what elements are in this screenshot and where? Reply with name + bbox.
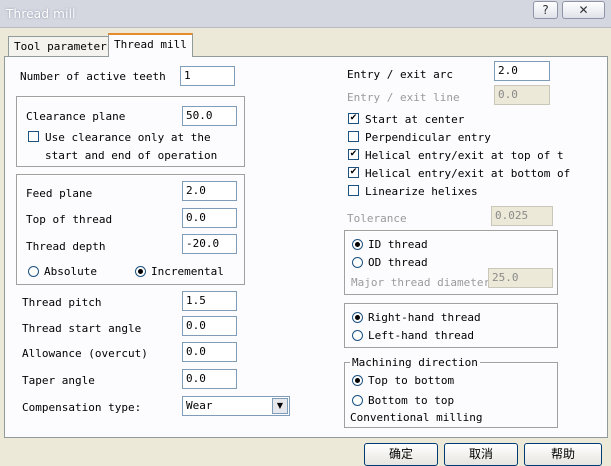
top-to-bottom-radio[interactable] [352,375,363,386]
incremental-radio[interactable] [135,266,146,277]
chevron-down-icon[interactable]: ▼ [272,398,288,414]
bottom-to-top-label: Bottom to top [368,394,455,407]
milling-status: Conventional milling [350,411,483,424]
entry-exit-arc-label: Entry / exit arc [347,68,453,81]
compensation-select[interactable]: Wear ▼ [182,396,290,416]
incremental-label: Incremental [151,265,224,278]
compensation-label: Compensation type: [22,401,142,414]
active-teeth-input[interactable]: 1 [180,66,235,86]
major-diameter-label: Major thread diameter [351,276,491,289]
id-thread-label: ID thread [368,238,428,251]
entry-exit-arc-input[interactable]: 2.0 [494,61,550,81]
right-hand-label: Right-hand thread [368,311,481,324]
feed-plane-label: Feed plane [26,187,93,200]
clearance-only-checkbox[interactable] [28,131,39,142]
helical-top-label: Helical entry/exit at top of t [365,149,564,162]
clearance-plane-input[interactable]: 50.0 [182,106,237,126]
left-hand-radio[interactable] [352,330,363,341]
clearance-plane-label: Clearance plane [26,110,126,123]
top-of-thread-label: Top of thread [26,213,113,226]
compensation-value: Wear [186,399,213,412]
absolute-label: Absolute [44,265,97,278]
tolerance-input: 0.025 [491,206,553,226]
taper-angle-input[interactable]: 0.0 [182,369,237,389]
id-thread-radio[interactable] [352,239,363,250]
helical-bottom-label: Helical entry/exit at bottom of [365,167,571,180]
thread-start-angle-input[interactable]: 0.0 [182,316,237,336]
perpendicular-entry-checkbox[interactable] [348,131,359,142]
active-teeth-label: Number of active teeth [20,70,166,83]
entry-exit-line-label: Entry / exit line [347,91,460,104]
help-button[interactable]: 帮助 [524,443,602,466]
thread-depth-label: Thread depth [26,240,106,253]
od-thread-label: OD thread [368,256,428,269]
od-thread-radio[interactable] [352,257,363,268]
major-diameter-input: 25.0 [488,268,553,288]
help-title-button[interactable]: ? [533,1,558,19]
cancel-button[interactable]: 取消 [444,443,518,466]
top-of-thread-input[interactable]: 0.0 [182,208,237,228]
ok-button[interactable]: 确定 [364,443,438,466]
thread-pitch-input[interactable]: 1.5 [182,291,237,311]
helical-bottom-checkbox[interactable]: ✔ [348,167,359,178]
clearance-only-label-2: start and end of operation [45,149,218,162]
help-icon: ? [542,3,549,17]
tab-tool-parameters[interactable]: Tool parameters [8,36,120,56]
thread-depth-input[interactable]: -20.0 [182,234,237,254]
linearize-helixes-checkbox[interactable] [348,185,359,196]
absolute-radio[interactable] [28,266,39,277]
entry-exit-line-input: 0.0 [494,85,550,105]
bottom-to-top-radio[interactable] [352,395,363,406]
tab-label: Thread mill [114,38,187,51]
right-hand-radio[interactable] [352,312,363,323]
start-at-center-checkbox[interactable]: ✔ [348,113,359,124]
title-bar [0,0,611,28]
feed-plane-input[interactable]: 2.0 [182,181,237,201]
tolerance-label: Tolerance [347,212,407,225]
helical-top-checkbox[interactable]: ✔ [348,149,359,160]
tab-thread-mill[interactable]: Thread mill [108,33,193,57]
tab-label: Tool parameters [14,40,114,53]
taper-angle-label: Taper angle [22,374,95,387]
left-hand-label: Left-hand thread [368,329,474,342]
machining-direction-title: Machining direction [350,356,480,369]
allowance-label: Allowance (overcut) [22,347,148,360]
clearance-only-label-1: Use clearance only at the [45,131,211,144]
linearize-helixes-label: Linearize helixes [365,185,478,198]
perpendicular-entry-label: Perpendicular entry [365,131,491,144]
top-to-bottom-label: Top to bottom [368,374,455,387]
close-icon: ✕ [578,3,589,17]
start-at-center-label: Start at center [365,113,465,126]
thread-pitch-label: Thread pitch [22,296,102,309]
allowance-input[interactable]: 0.0 [182,342,237,362]
close-title-button[interactable]: ✕ [562,1,605,19]
thread-start-angle-label: Thread start angle [22,322,142,335]
window-title: Thread mill [6,7,76,21]
